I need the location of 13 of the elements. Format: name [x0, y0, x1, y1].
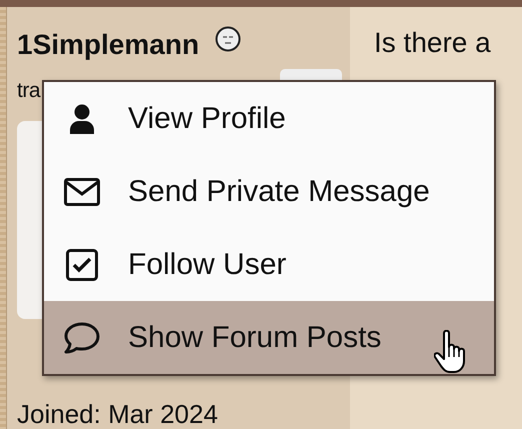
username[interactable]: 1Simplemann	[17, 29, 200, 61]
envelope-icon	[64, 178, 100, 206]
joined-date: Joined: Mar 2024	[17, 399, 219, 429]
speech-bubble-icon	[64, 322, 100, 354]
menu-item[interactable]: Send Private Message	[44, 155, 494, 228]
menu-item[interactable]: Follow User	[44, 228, 494, 301]
checkbox-icon	[66, 248, 98, 280]
person-icon	[69, 104, 95, 134]
user-title: tra	[17, 79, 40, 103]
menu-item[interactable]: View Profile	[44, 82, 494, 155]
post-text: Is there a	[374, 27, 491, 59]
face-icon	[215, 26, 242, 52]
menu-item[interactable]: Show Forum Posts	[44, 301, 494, 374]
